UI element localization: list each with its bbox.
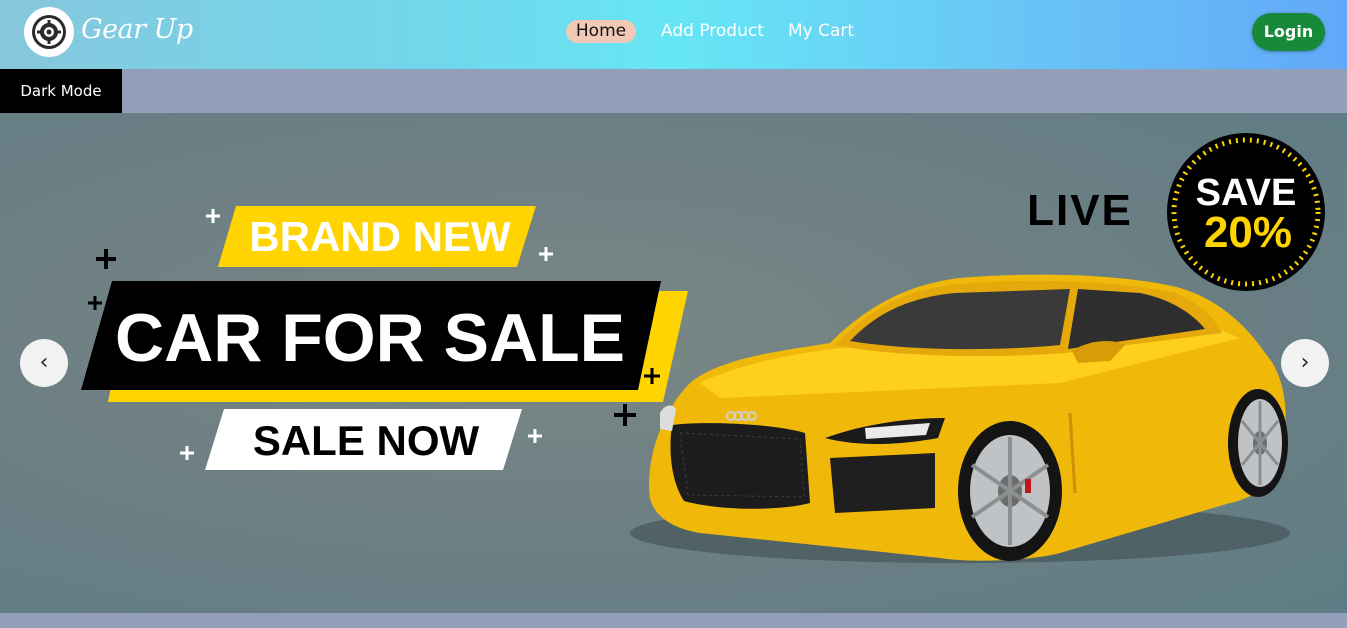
navbar: Gear Up Home Add Product My Cart Login [0,0,1347,69]
hero-carousel: BRAND NEW CAR FOR SALE SALE NOW LIVE SAV… [0,113,1347,613]
carousel-next-button[interactable]: › [1281,339,1329,387]
nav-add-product-link[interactable]: Add Product [661,20,764,43]
dark-mode-toggle[interactable]: Dark Mode [0,69,122,113]
svg-text:20%: 20% [1204,208,1292,257]
nav-my-cart-link[interactable]: My Cart [788,20,854,43]
logo-gear-icon[interactable] [24,7,74,57]
logo-text[interactable]: Gear Up [81,14,193,45]
sale-banner-image: BRAND NEW CAR FOR SALE SALE NOW LIVE SAV… [81,133,1325,563]
yellow-car-image [630,274,1290,563]
nav-home-link[interactable]: Home [566,20,636,43]
front-wheel [958,421,1062,561]
rear-wheel [1228,389,1288,497]
carousel-prev-button[interactable]: ‹ [20,339,68,387]
car-for-sale-text: CAR FOR SALE [115,300,625,376]
login-button[interactable]: Login [1252,13,1325,51]
sale-now-text: SALE NOW [253,417,480,464]
live-text: LIVE [1027,186,1133,235]
save-badge: SAVE 20% [1167,133,1325,291]
brand-new-text: BRAND NEW [249,213,511,260]
